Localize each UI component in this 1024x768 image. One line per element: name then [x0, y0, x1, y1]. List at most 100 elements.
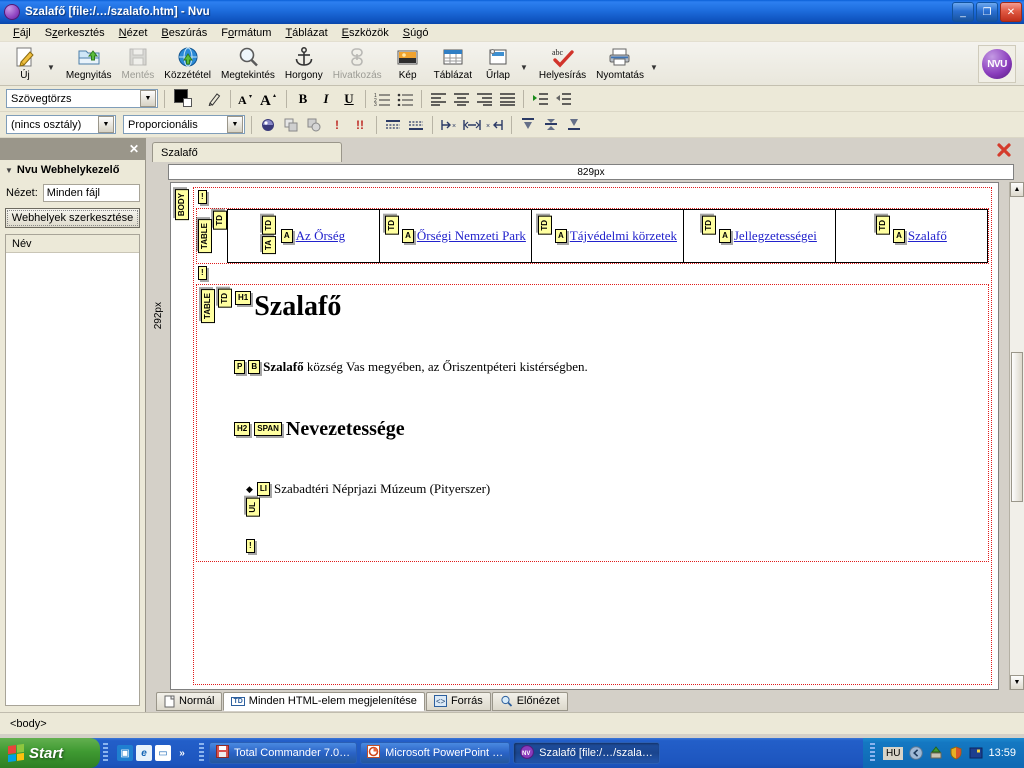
- tag-exclamation-2[interactable]: !: [198, 266, 207, 280]
- taskbar-grip-2[interactable]: [199, 743, 204, 763]
- toolbar-save-button[interactable]: Mentés: [117, 43, 160, 85]
- tag-b[interactable]: B: [248, 360, 261, 374]
- menu-format[interactable]: Formátum: [214, 25, 278, 41]
- toolbar-browse-button[interactable]: Megtekintés: [216, 43, 280, 85]
- tab-source[interactable]: <> Forrás: [425, 691, 491, 711]
- tag-tr-nav[interactable]: TD: [213, 211, 227, 230]
- tab-all-html-tags[interactable]: TD Minden HTML-elem megjelenítése: [223, 691, 425, 711]
- color-swatches[interactable]: [171, 88, 201, 109]
- edit-sites-button[interactable]: Webhelyek szerkesztése: [5, 208, 140, 228]
- align-right-icon[interactable]: [474, 89, 494, 109]
- toolbar-open-button[interactable]: Megnyitás: [61, 43, 117, 85]
- scroll-up-arrow-icon[interactable]: ▲: [1010, 182, 1024, 197]
- scroll-down-arrow-icon[interactable]: ▼: [1010, 675, 1024, 690]
- print-dropdown-arrow-icon[interactable]: ▼: [649, 63, 664, 72]
- tray-grip[interactable]: [870, 743, 876, 763]
- nav-link-orsegi-nemzeti-park[interactable]: Őrségi Nemzeti Park: [417, 228, 526, 244]
- toolbar-anchor-button[interactable]: Horgony: [280, 43, 328, 85]
- sidebar-panel-title[interactable]: ▼ Nvu Webhelykezelő: [0, 160, 145, 180]
- tag-a-5[interactable]: A: [893, 229, 905, 243]
- nav-link-jellegzetessegei[interactable]: Jellegzetességei: [734, 228, 817, 244]
- tag-span[interactable]: SPAN: [254, 422, 282, 437]
- tag-td-content[interactable]: TD: [218, 289, 232, 308]
- table-bottom-align-icon[interactable]: [564, 115, 584, 135]
- table-middle-align-icon[interactable]: [541, 115, 561, 135]
- tag-exclamation[interactable]: !: [198, 190, 207, 204]
- nav-cell-1[interactable]: TD TA A Az Őrség: [228, 210, 380, 262]
- nav-link-az-orseg[interactable]: Az Őrség: [296, 228, 345, 244]
- window-icon[interactable]: ▭: [155, 745, 171, 761]
- toolbar-new-button[interactable]: Új: [4, 43, 46, 85]
- menu-insert[interactable]: Beszúrás: [154, 25, 214, 41]
- tray-network-icon[interactable]: [968, 746, 983, 761]
- canvas-vertical-scrollbar[interactable]: ▲ ▼: [1009, 182, 1024, 690]
- row-top-icon[interactable]: [383, 115, 403, 135]
- taskbar-item-powerpoint[interactable]: Microsoft PowerPoint …: [360, 742, 511, 764]
- chevron-down-icon[interactable]: ▼: [140, 90, 156, 107]
- tag-a-3[interactable]: A: [555, 229, 567, 243]
- nav-link-szalafo[interactable]: Szalafő: [908, 228, 947, 244]
- tray-shield-icon[interactable]: [948, 746, 963, 761]
- paragraph-style-select[interactable]: Szövegtörzs ▼: [6, 89, 158, 108]
- internet-explorer-icon[interactable]: e: [136, 745, 152, 761]
- bold-icon[interactable]: B: [293, 89, 313, 109]
- cell-split-icon[interactable]: [462, 115, 482, 135]
- table-top-align-icon[interactable]: [518, 115, 538, 135]
- tag-p[interactable]: P: [234, 360, 246, 374]
- align-left-icon[interactable]: [428, 89, 448, 109]
- font-family-select[interactable]: Proporcionális ▼: [123, 115, 245, 134]
- tag-h2[interactable]: H2: [234, 422, 251, 437]
- tag-td-1[interactable]: TD: [261, 216, 276, 235]
- form-dropdown-arrow-icon[interactable]: ▼: [519, 63, 534, 72]
- language-indicator[interactable]: HU: [883, 746, 904, 760]
- taskbar-item-total-commander[interactable]: Total Commander 7.0…: [209, 742, 358, 764]
- priority-low-icon[interactable]: !: [327, 115, 347, 135]
- statusbar-path[interactable]: <body>: [10, 718, 47, 730]
- more-chevron-icon[interactable]: »: [174, 745, 190, 761]
- sidebar-view-select[interactable]: Minden fájl: [42, 184, 140, 202]
- toolbar-publish-button[interactable]: Közzététel: [159, 43, 216, 85]
- nvu-brand-button[interactable]: NVU: [978, 45, 1016, 83]
- numbered-list-icon[interactable]: 123: [372, 89, 392, 109]
- toolbar-table-button[interactable]: Táblázat: [429, 43, 477, 85]
- tag-a-4[interactable]: A: [719, 229, 731, 243]
- toolbar-spellcheck-button[interactable]: abc Helyesírás: [534, 43, 591, 85]
- toolbar-form-button[interactable]: Űrlap: [477, 43, 519, 85]
- css-editor-icon[interactable]: [258, 115, 278, 135]
- tag-ul[interactable]: UL: [246, 498, 260, 517]
- site-file-list[interactable]: Név: [5, 234, 140, 706]
- cell-shrink-right-icon[interactable]: ×: [485, 115, 505, 135]
- priority-high-icon[interactable]: !!: [350, 115, 370, 135]
- toolbar-image-button[interactable]: Kép: [387, 43, 429, 85]
- menu-tools[interactable]: Eszközök: [335, 25, 396, 41]
- triangle-down-icon[interactable]: ▼: [5, 166, 13, 175]
- increase-font-size-icon[interactable]: A: [260, 89, 280, 109]
- bulleted-list-icon[interactable]: [395, 89, 415, 109]
- cell-shrink-left-icon[interactable]: ×: [439, 115, 459, 135]
- chevron-down-icon[interactable]: ▼: [227, 116, 243, 133]
- close-document-icon[interactable]: [996, 142, 1012, 161]
- scrollbar-thumb[interactable]: [1011, 352, 1023, 502]
- menu-edit[interactable]: Szerkesztés: [38, 25, 112, 41]
- tag-ta-1[interactable]: TA: [261, 235, 276, 254]
- restore-button[interactable]: ❐: [976, 2, 998, 22]
- content-table[interactable]: TABLE TD H1 Szalafő P B Szalafő község V…: [196, 284, 989, 562]
- menu-file[interactable]: FFájlájl: [6, 25, 38, 41]
- align-center-icon[interactable]: [451, 89, 471, 109]
- tag-td-5[interactable]: TD: [876, 216, 891, 235]
- tray-back-arrow-icon[interactable]: [908, 746, 923, 761]
- tag-td-3[interactable]: TD: [538, 216, 552, 235]
- taskbar-grip[interactable]: [103, 743, 108, 763]
- tag-li[interactable]: LI: [256, 482, 271, 497]
- tag-table-nav[interactable]: TABLE: [198, 218, 212, 254]
- nav-link-tajvedelmi-korzetek[interactable]: Tájvédelmi körzetek: [570, 228, 677, 244]
- menu-table[interactable]: Táblázat: [278, 25, 334, 41]
- nav-cell-5[interactable]: TD A Szalafő: [836, 210, 987, 262]
- css-class-select[interactable]: (nincs osztály) ▼: [6, 115, 116, 134]
- nav-cell-2[interactable]: TD A Őrségi Nemzeti Park: [380, 210, 532, 262]
- tag-a-1[interactable]: A: [280, 229, 293, 243]
- row-bottom-icon[interactable]: [406, 115, 426, 135]
- decrease-font-size-icon[interactable]: A: [237, 89, 257, 109]
- sidebar-close-button[interactable]: ✕: [129, 142, 139, 156]
- nav-cell-3[interactable]: TD A Tájvédelmi körzetek: [532, 210, 684, 262]
